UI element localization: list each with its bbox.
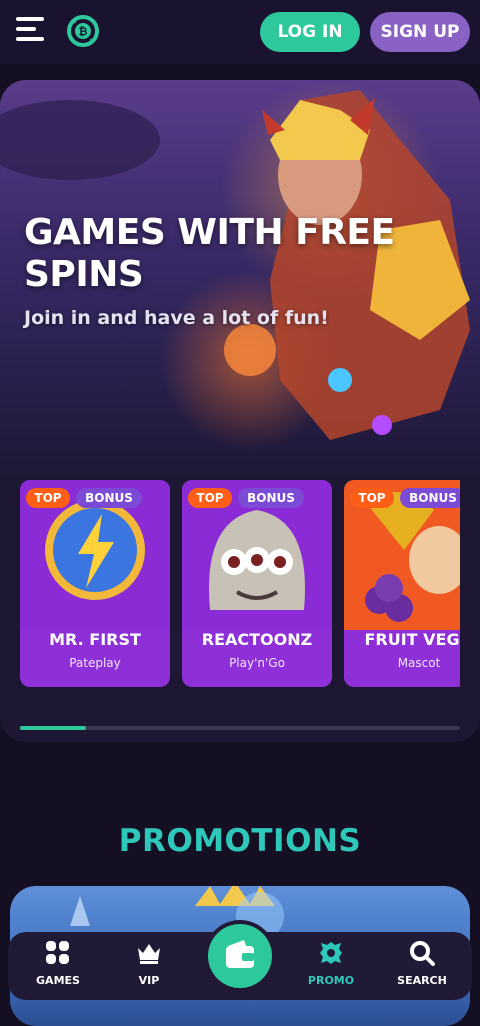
badge-top: TOP [26,488,70,508]
game-card[interactable]: TOP BONUS REACTOONZ Play'n'Go [182,480,332,687]
wallet-icon [226,940,254,968]
hero-banner[interactable]: GAMES WITH FREE SPINS Join in and have a… [0,80,480,742]
game-provider: Play'n'Go [229,656,285,670]
game-title: MR. FIRST [49,630,141,649]
hero-subtitle: Join in and have a lot of fun! [24,307,329,329]
wallet-button[interactable] [208,924,272,988]
carousel-scrollbar[interactable] [20,726,460,730]
badge-top: TOP [350,488,394,508]
game-card[interactable]: TOP BONUS FRUIT VEGAS Mascot [344,480,460,687]
crown-icon [138,944,160,964]
nav-search[interactable]: SEARCH [382,932,462,1000]
badge-top: TOP [188,488,232,508]
top-header: ₿ LOG IN SIGN UP [0,0,480,64]
badge-bonus: BONUS [238,488,304,508]
svg-text:₿: ₿ [79,25,88,38]
badge-bonus: BONUS [400,488,460,508]
promotions-heading: PROMOTIONS [118,823,362,859]
login-button[interactable]: LOG IN [260,12,360,52]
nav-vip[interactable]: VIP [109,932,189,1000]
badge-bonus: BONUS [76,488,142,508]
nav-label: VIP [138,974,160,987]
nav-label: GAMES [36,974,80,987]
game-provider: Mascot [397,656,441,670]
carousel-scroll-thumb[interactable] [20,726,86,730]
game-provider: Pateplay [69,656,121,670]
game-title: FRUIT VEGAS [364,630,460,649]
bottom-navigation: GAMES VIP PROMO SEARCH [8,924,472,1000]
nav-label: SEARCH [397,974,447,987]
bitcoin-coin-logo[interactable]: ₿ [66,14,100,48]
grid-icon [46,941,69,964]
promo-badge-icon [320,942,342,964]
game-card[interactable]: TOP BONUS MR. FIRST Pateplay [20,480,170,687]
hamburger-menu-icon[interactable] [16,17,44,45]
game-title: REACTOONZ [201,630,313,649]
nav-label: PROMO [307,974,355,987]
signup-button[interactable]: SIGN UP [370,12,470,52]
hero-title: GAMES WITH FREE SPINS [24,212,395,295]
search-icon [410,941,435,966]
nav-games[interactable]: GAMES [18,932,98,1000]
nav-promo[interactable]: PROMO [291,932,371,1000]
game-carousel[interactable]: TOP BONUS MR. FIRST Pateplay TOP BONUS R… [20,480,460,690]
